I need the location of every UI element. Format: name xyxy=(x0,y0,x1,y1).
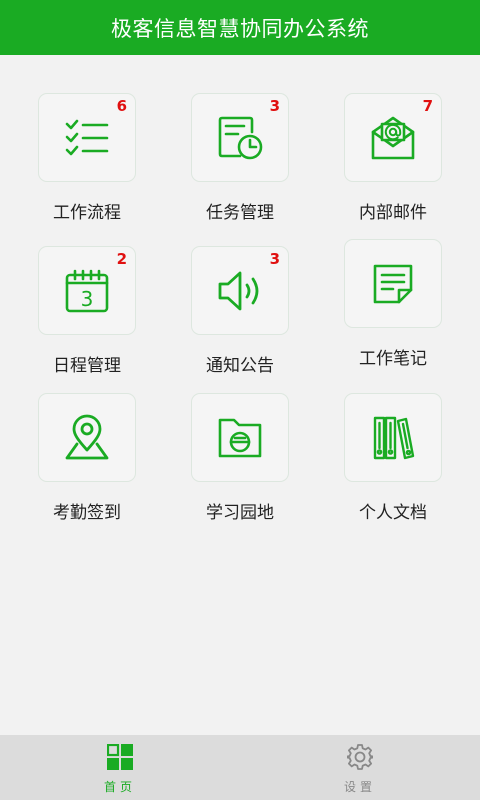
tile-schedule[interactable]: 3 2 日程管理 xyxy=(11,246,161,396)
grid-icon xyxy=(107,744,133,770)
tile-announcements[interactable]: 3 通知公告 xyxy=(164,246,314,396)
calendar-icon: 3 xyxy=(65,269,109,312)
attendance-button[interactable] xyxy=(38,393,136,482)
checklist-icon xyxy=(65,119,109,155)
app-header: 极客信息智慧协同办公系统 xyxy=(0,0,480,55)
badge-count: 7 xyxy=(422,97,433,115)
tab-home[interactable]: 首页 xyxy=(0,735,240,800)
workflow-button[interactable]: 6 xyxy=(38,93,136,182)
tile-label: 工作流程 xyxy=(53,203,121,223)
task-management-button[interactable]: 3 xyxy=(191,93,289,182)
folder-icon xyxy=(218,418,262,457)
badge-count: 2 xyxy=(116,250,127,268)
tile-personal-docs[interactable]: 个人文档 xyxy=(317,393,467,543)
work-notes-button[interactable] xyxy=(344,239,442,328)
tile-label: 考勤签到 xyxy=(53,503,121,523)
schedule-button[interactable]: 3 2 xyxy=(38,246,136,335)
tile-label: 通知公告 xyxy=(206,356,274,376)
tile-label: 学习园地 xyxy=(206,503,274,523)
announcements-button[interactable]: 3 xyxy=(191,246,289,335)
tile-attendance[interactable]: 考勤签到 xyxy=(11,393,161,543)
task-clock-icon xyxy=(218,116,263,159)
personal-docs-button[interactable] xyxy=(344,393,442,482)
tab-settings-label: 设置 xyxy=(343,780,376,794)
badge-count: 6 xyxy=(116,97,127,115)
gear-icon xyxy=(347,744,373,770)
speaker-icon xyxy=(218,271,259,310)
badge-count: 3 xyxy=(269,97,280,115)
tile-label: 日程管理 xyxy=(53,356,121,376)
tile-label: 内部邮件 xyxy=(359,203,427,223)
internal-mail-button[interactable]: 7 xyxy=(344,93,442,182)
tab-home-label: 首页 xyxy=(103,780,136,794)
learning-button[interactable] xyxy=(191,393,289,482)
tile-workflow[interactable]: 6 工作流程 xyxy=(11,93,161,243)
tile-internal-mail[interactable]: 7 内部邮件 xyxy=(317,93,467,243)
tile-label: 工作笔记 xyxy=(359,349,427,369)
binders-icon xyxy=(373,416,415,459)
bottom-tab-bar: 首页 设置 xyxy=(0,735,480,800)
tile-learning[interactable]: 学习园地 xyxy=(164,393,314,543)
tile-work-notes[interactable]: 工作笔记 xyxy=(317,239,467,389)
page-title: 极客信息智慧协同办公系统 xyxy=(111,16,369,41)
tile-task-management[interactable]: 3 任务管理 xyxy=(164,93,314,243)
badge-count: 3 xyxy=(269,250,280,268)
note-icon xyxy=(373,264,413,303)
mail-icon xyxy=(371,116,415,159)
svg-text:3: 3 xyxy=(81,287,94,311)
tab-settings[interactable]: 设置 xyxy=(240,735,480,800)
tile-label: 个人文档 xyxy=(359,503,427,523)
tile-label: 任务管理 xyxy=(206,203,274,223)
location-pin-icon xyxy=(65,414,109,459)
